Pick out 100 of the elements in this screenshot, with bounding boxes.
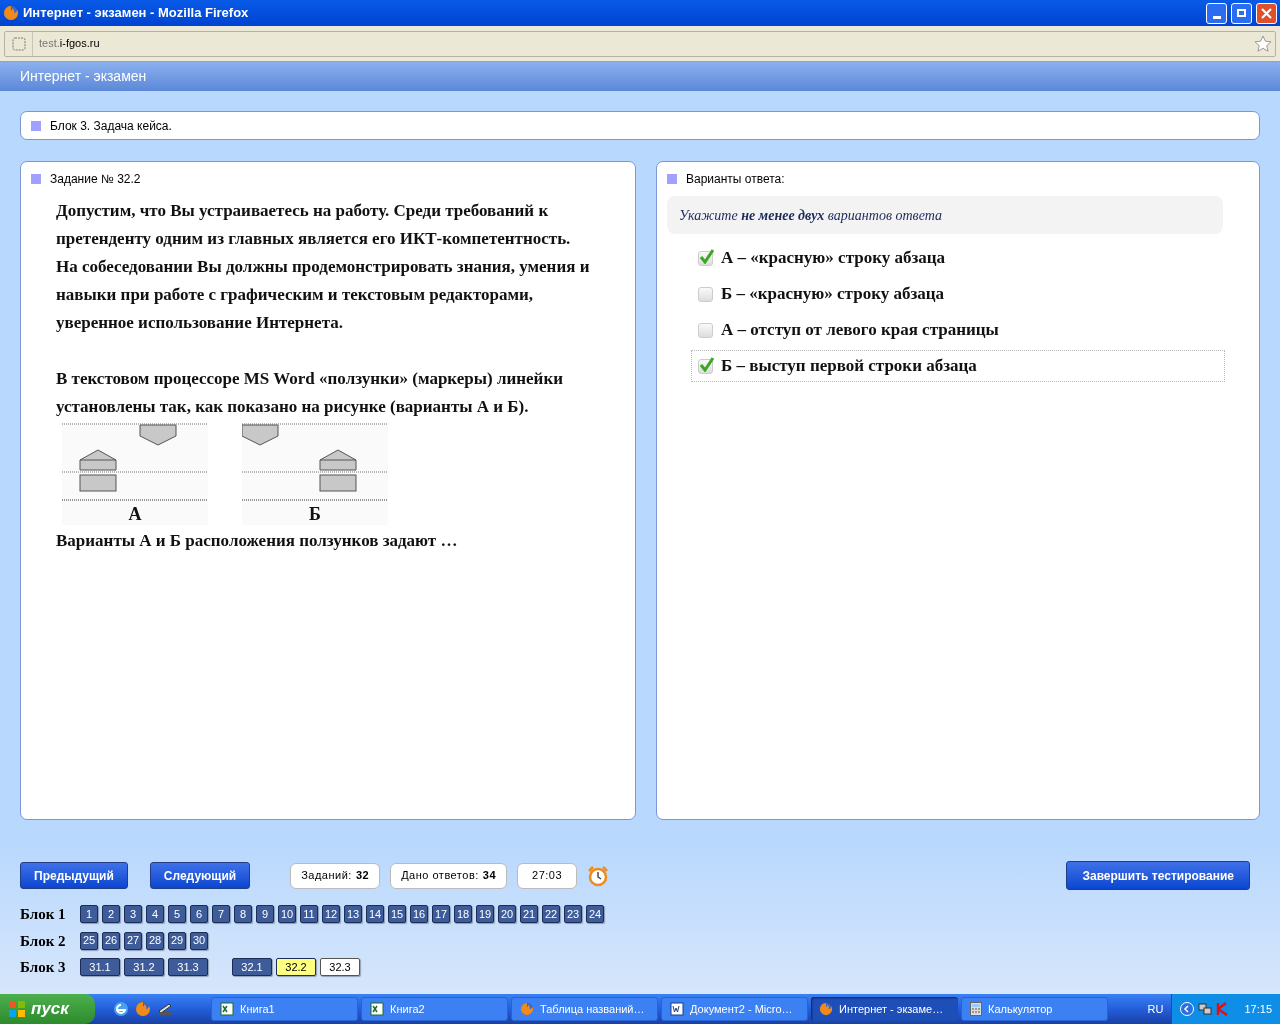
- taskbar-task[interactable]: Книга1: [211, 997, 358, 1021]
- figure-label: Б: [309, 503, 321, 525]
- checkbox[interactable]: [698, 322, 713, 338]
- counter-label: Заданий:: [301, 868, 352, 884]
- counter-value: 34: [482, 868, 497, 884]
- chevron-left-icon[interactable]: [1180, 1002, 1195, 1016]
- question-number-button[interactable]: 25: [80, 931, 98, 950]
- timer-badge: 27:03: [517, 862, 578, 889]
- firefox-icon: [3, 5, 19, 21]
- question-number-button[interactable]: 18: [454, 905, 472, 924]
- question-number-button[interactable]: 20: [498, 905, 516, 924]
- browser-icon[interactable]: [113, 1001, 129, 1017]
- url-text: test.i-fgos.ru: [39, 36, 100, 52]
- answers-heading: Варианты ответа:: [686, 171, 785, 188]
- question-number-button[interactable]: 5: [168, 905, 186, 924]
- page-header-title: Интернет - экзамен: [20, 67, 147, 86]
- question-number-button[interactable]: 15: [388, 905, 406, 924]
- question-number-button[interactable]: 14: [366, 905, 384, 924]
- page-icon: [11, 36, 26, 51]
- block-label: Блок 1: [20, 905, 67, 924]
- option-label: А – «красную» строку абзаца: [721, 247, 946, 270]
- question-number-button[interactable]: 6: [190, 905, 208, 924]
- close-icon: [1261, 7, 1272, 19]
- task-paragraph: В текстовом процессоре MS Word «ползунки» (маркеры) линейки установлены так, как показано на рисунке (варианты А и Б).: [56, 368, 564, 418]
- task-paragraph: На собеседовании Вы должны продемонстрировать знания, умения и навыки при работе с графическим и текстовым редакторами, уверенное использование Интернета.: [56, 256, 591, 334]
- document-icon: [670, 1002, 684, 1016]
- block-label: Блок 2: [20, 931, 67, 951]
- start-button[interactable]: пуск: [0, 994, 95, 1024]
- spreadsheet-icon: [220, 1002, 234, 1016]
- bullet-square-icon: [31, 120, 41, 131]
- next-button[interactable]: Следующий: [149, 862, 251, 889]
- bullet-square-icon: [667, 174, 677, 184]
- language-indicator[interactable]: RU: [1147, 1000, 1164, 1018]
- counter-label: Дано ответов:: [401, 868, 479, 884]
- taskbar-task[interactable]: Интернет - экзаме…: [811, 997, 958, 1021]
- question-number-button[interactable]: 31.2: [124, 958, 164, 977]
- firefox-icon: [819, 1002, 833, 1016]
- address-field[interactable]: test.i-fgos.ru: [4, 30, 1276, 57]
- answer-option[interactable]: А – «красную» строку абзаца: [691, 242, 1225, 274]
- question-number-button[interactable]: 17: [432, 905, 450, 924]
- question-number-button[interactable]: 32.3: [320, 958, 360, 977]
- question-number-button[interactable]: 22: [542, 905, 560, 924]
- windows-logo-icon: [8, 1000, 26, 1018]
- answer-option[interactable]: Б – выступ первой строки абзаца: [691, 350, 1225, 382]
- question-number-button[interactable]: 24: [586, 905, 604, 924]
- answer-option[interactable]: А – отступ от левого края страницы: [691, 314, 1225, 346]
- question-number-button[interactable]: 2: [102, 905, 120, 924]
- question-number-button[interactable]: 9: [256, 905, 274, 924]
- minimize-button[interactable]: [1206, 2, 1227, 24]
- question-number-button[interactable]: 28: [146, 931, 164, 950]
- question-number-button[interactable]: 31.3: [168, 958, 208, 977]
- question-number-button[interactable]: 27: [124, 931, 142, 950]
- question-number-button[interactable]: 29: [168, 931, 186, 950]
- question-number-button[interactable]: 13: [344, 905, 362, 924]
- checkbox[interactable]: [698, 286, 713, 302]
- block-label: Блок 3: [20, 958, 67, 977]
- question-number-button[interactable]: 3: [124, 905, 142, 924]
- option-label: Б – «красную» строку абзаца: [721, 283, 945, 306]
- question-number-button[interactable]: 10: [278, 905, 296, 924]
- previous-button[interactable]: Предыдущий: [20, 862, 128, 889]
- checkbox[interactable]: [698, 250, 713, 266]
- question-text: Варианты А и Б расположения ползунков задают …: [56, 530, 459, 552]
- taskbar-task[interactable]: Калькулятор: [961, 997, 1108, 1021]
- bullet-square-icon: [31, 174, 41, 184]
- question-number-button[interactable]: 1: [80, 905, 98, 924]
- question-number-button[interactable]: 32.2: [276, 958, 316, 977]
- question-number-button[interactable]: 16: [410, 905, 428, 924]
- question-number-button[interactable]: 26: [102, 931, 120, 950]
- check-icon: [700, 356, 714, 372]
- taskbar-task[interactable]: Таблица названий…: [511, 997, 658, 1021]
- question-number-button[interactable]: 21: [520, 905, 538, 924]
- window-title: Интернет - экзамен - Mozilla Firefox: [23, 4, 250, 23]
- question-number-button[interactable]: 32.1: [232, 958, 272, 977]
- restore-button[interactable]: [1231, 2, 1252, 24]
- close-button[interactable]: [1256, 2, 1277, 24]
- answer-option[interactable]: Б – «красную» строку абзаца: [691, 278, 1225, 310]
- calculator-icon: [970, 1002, 982, 1016]
- block-title: Блок 3. Задача кейса.: [50, 117, 172, 135]
- question-number-button[interactable]: 4: [146, 905, 164, 924]
- question-number-button[interactable]: 11: [300, 905, 318, 924]
- figure-label: А: [128, 503, 142, 525]
- alarm-clock-icon: [587, 864, 610, 887]
- taskbar-task[interactable]: Книга2: [361, 997, 508, 1021]
- star-icon[interactable]: [1254, 34, 1272, 53]
- question-number-button[interactable]: 8: [234, 905, 252, 924]
- question-number-button[interactable]: 23: [564, 905, 582, 924]
- option-label: А – отступ от левого края страницы: [721, 319, 999, 342]
- checkbox[interactable]: [698, 358, 713, 374]
- spreadsheet-icon: [370, 1002, 384, 1016]
- question-number-button[interactable]: 30: [190, 931, 208, 950]
- firefox-icon: [135, 1001, 151, 1017]
- taskbar-task[interactable]: Документ2 - Micro…: [661, 997, 808, 1021]
- question-number-button[interactable]: 7: [212, 905, 230, 924]
- task-heading: Задание № 32.2: [50, 171, 141, 188]
- finish-button[interactable]: Завершить тестирование: [1066, 861, 1250, 890]
- scanner-icon[interactable]: [157, 1001, 173, 1017]
- question-number-button[interactable]: 12: [322, 905, 340, 924]
- network-icon[interactable]: [1198, 1002, 1213, 1016]
- question-number-button[interactable]: 31.1: [80, 958, 120, 977]
- question-number-button[interactable]: 19: [476, 905, 494, 924]
